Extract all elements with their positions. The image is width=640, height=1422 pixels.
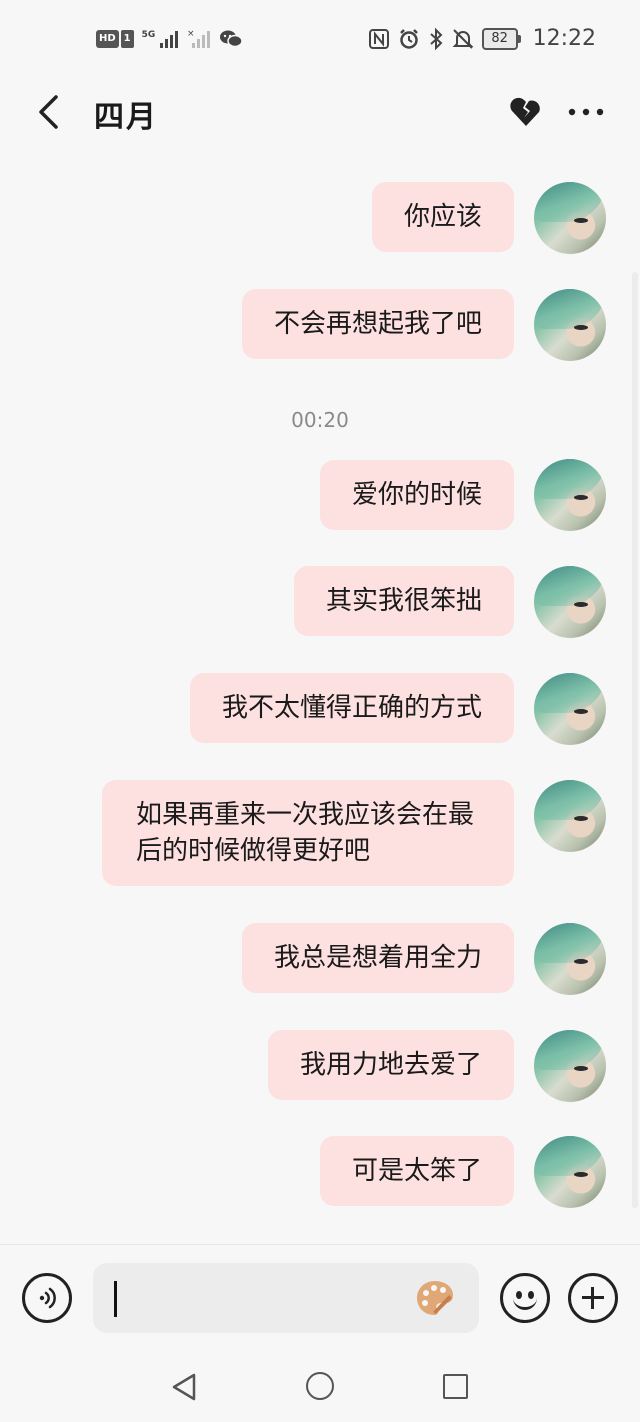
message-bubble[interactable]: 爱你的时候 (319, 460, 514, 530)
avatar[interactable] (534, 182, 606, 254)
avatar[interactable] (534, 1136, 606, 1208)
avatar[interactable] (534, 289, 606, 361)
voice-input-button[interactable] (22, 1273, 72, 1323)
chat-messages[interactable]: 你应该 不会再想起我了吧 00:20 爱你的时候 其实我很笨拙 我不太懂得正确的… (0, 0, 640, 1240)
message-bubble[interactable]: 可是太笨了 (319, 1136, 514, 1206)
system-nav-bar (0, 1352, 640, 1422)
avatar[interactable] (534, 923, 606, 995)
text-cursor (114, 1281, 117, 1317)
message-bubble[interactable]: 我总是想着用全力 (241, 923, 514, 993)
smiley-mouth (513, 1296, 537, 1310)
message-bubble[interactable]: 我用力地去爱了 (267, 1030, 514, 1100)
avatar[interactable] (534, 1030, 606, 1102)
voice-wave-icon (39, 1287, 56, 1309)
avatar[interactable] (534, 780, 606, 852)
emoji-button[interactable] (500, 1273, 550, 1323)
message-bubble[interactable]: 如果再重来一次我应该会在最后的时候做得更好吧 (102, 780, 514, 886)
avatar[interactable] (534, 566, 606, 638)
message-bubble[interactable]: 你应该 (371, 182, 514, 252)
avatar[interactable] (534, 459, 606, 531)
message-bubble[interactable]: 不会再想起我了吧 (241, 289, 514, 359)
message-bubble[interactable]: 其实我很笨拙 (293, 566, 514, 636)
nav-recent-apps-icon[interactable] (443, 1374, 468, 1399)
palette-icon (417, 1281, 453, 1315)
add-attachment-button[interactable] (568, 1273, 618, 1323)
message-timestamp: 00:20 (291, 408, 349, 432)
sticker-palette-button[interactable] (412, 1275, 458, 1321)
nav-back-icon[interactable] (170, 1372, 198, 1402)
input-bar (0, 1244, 640, 1352)
message-bubble[interactable]: 我不太懂得正确的方式 (189, 673, 514, 743)
avatar[interactable] (534, 673, 606, 745)
nav-home-icon[interactable] (306, 1372, 334, 1400)
